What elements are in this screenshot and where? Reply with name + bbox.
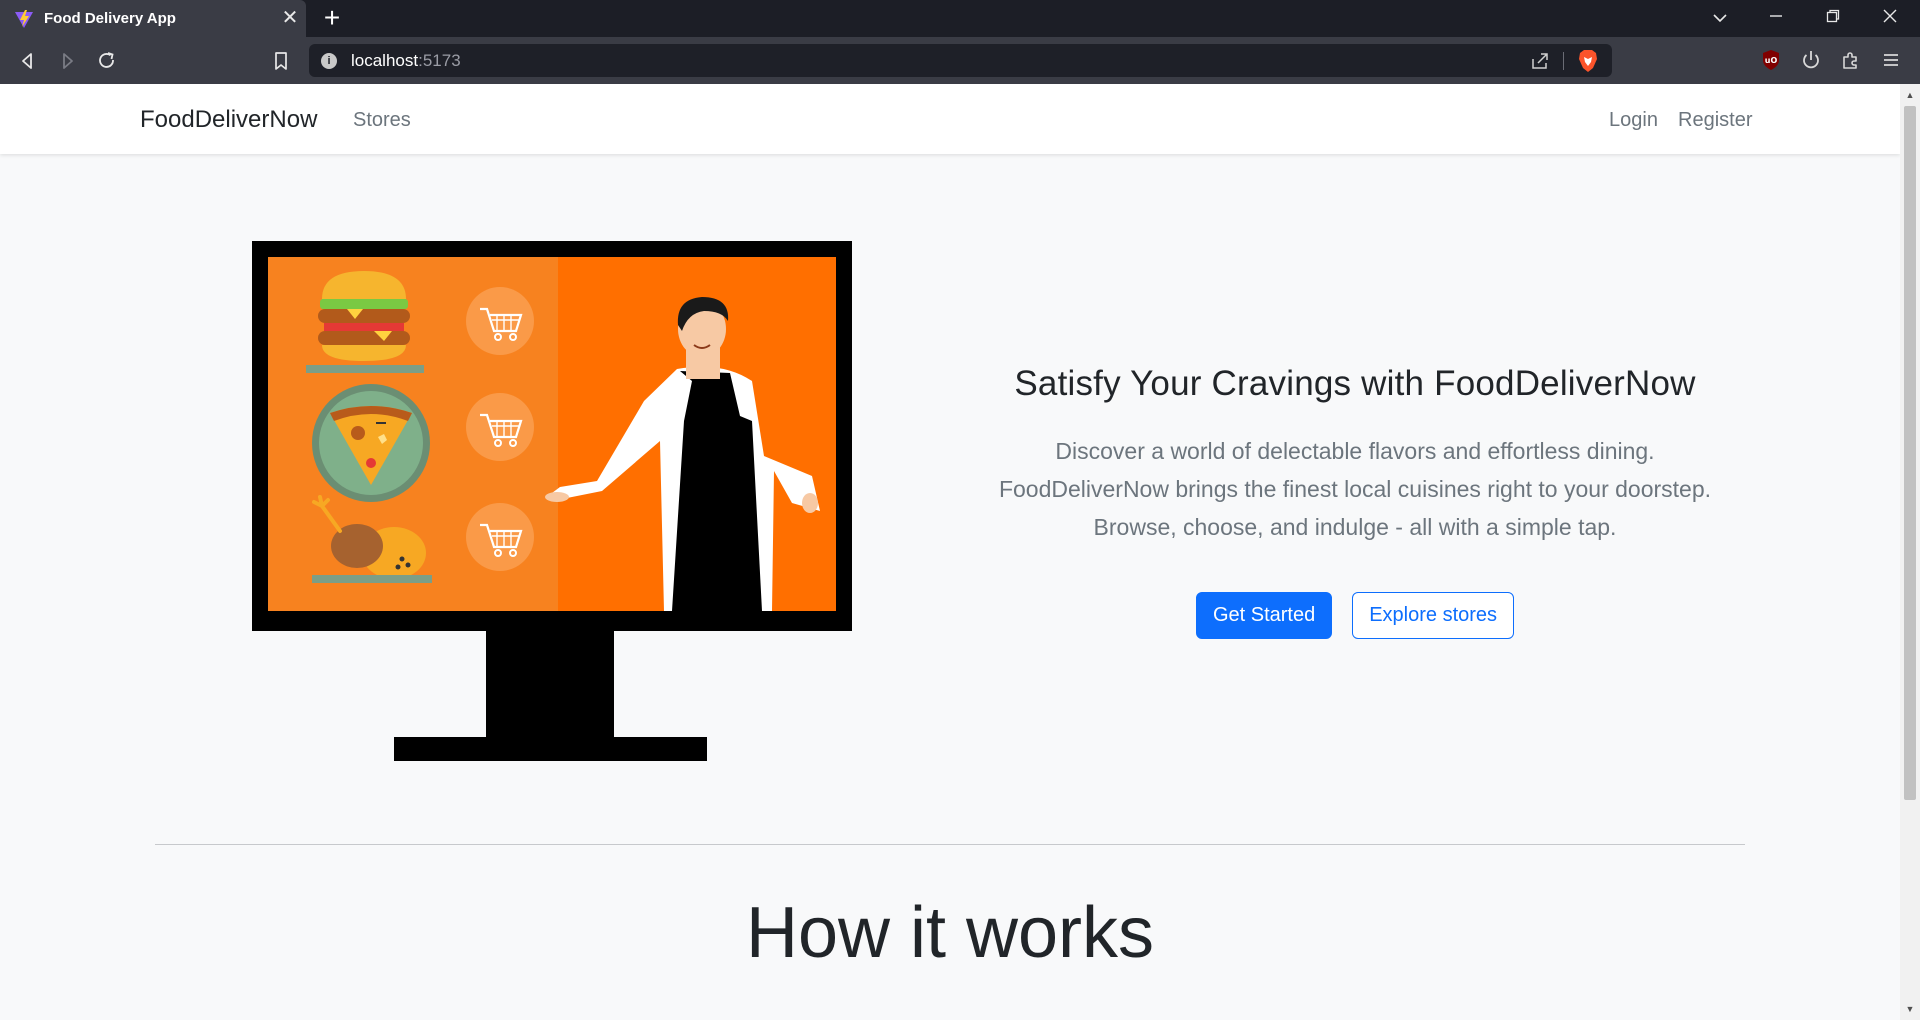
explore-stores-button[interactable]: Explore stores (1352, 592, 1515, 639)
navbar-brand[interactable]: FoodDeliverNow (140, 106, 317, 134)
address-bar-divider (1563, 52, 1564, 70)
hero-lead-line-2: FoodDeliverNow brings the finest local c… (998, 476, 1712, 502)
menu-hamburger-icon[interactable] (1877, 46, 1905, 74)
svg-text:uO: uO (1765, 56, 1778, 65)
back-icon[interactable] (14, 47, 42, 75)
forward-icon[interactable] (53, 47, 81, 75)
scrollbar-thumb[interactable] (1904, 106, 1916, 800)
tab-list-chevron-icon[interactable] (1706, 6, 1734, 32)
scroll-down-arrow-icon[interactable]: ▼ (1905, 1004, 1915, 1014)
close-window-icon[interactable] (1876, 6, 1904, 32)
browser-tab[interactable]: Food Delivery App ✕ (0, 0, 306, 37)
nav-link-login[interactable]: Login (1609, 109, 1658, 132)
bookmark-icon[interactable] (267, 47, 295, 75)
tab-title: Food Delivery App (44, 10, 176, 27)
vite-logo-icon (15, 10, 33, 28)
section-divider (155, 844, 1745, 845)
browser-toolbar: i localhost:5173 uO (0, 37, 1920, 84)
site-info-icon[interactable]: i (321, 53, 337, 69)
ublock-origin-icon[interactable]: uO (1757, 46, 1785, 74)
how-it-works-title: How it works (745, 893, 1155, 973)
hero-button-row: Get Started Explore stores (960, 592, 1750, 639)
cart-button-1 (466, 287, 534, 355)
hero-lead-line-1: Discover a world of delectable flavors a… (1055, 438, 1655, 464)
new-tab-icon[interactable]: + (318, 4, 346, 32)
get-started-button[interactable]: Get Started (1195, 592, 1333, 639)
hero-lead: Discover a world of delectable flavors a… (960, 432, 1750, 546)
page-scrollbar[interactable]: ▲ ▼ (1900, 84, 1920, 1020)
site-navbar: FoodDeliverNow Stores Login Register (0, 84, 1900, 154)
nav-link-stores[interactable]: Stores (353, 109, 411, 132)
restore-icon[interactable] (1819, 6, 1847, 32)
cart-button-3 (466, 503, 534, 571)
url-port: :5173 (418, 51, 461, 70)
pizza-illustration (312, 384, 430, 502)
cart-button-2 (466, 393, 534, 461)
power-icon[interactable] (1797, 46, 1825, 74)
tab-close-icon[interactable]: ✕ (278, 6, 302, 30)
url-host: localhost (351, 51, 419, 70)
hero-lead-line-3: Browse, choose, and indulge - all with a… (1093, 514, 1617, 540)
url-text[interactable]: localhost:5173 (351, 51, 461, 71)
reload-icon[interactable] (93, 47, 121, 75)
hero-text-block: Satisfy Your Cravings with FoodDeliverNo… (960, 364, 1750, 639)
page-viewport: FoodDeliverNow Stores Login Register Sat… (0, 84, 1900, 1020)
browser-tab-bar: Food Delivery App ✕ + (0, 0, 1920, 37)
hero-illustration (252, 241, 852, 761)
extensions-puzzle-icon[interactable] (1837, 46, 1865, 74)
nav-link-register[interactable]: Register (1678, 109, 1752, 132)
scroll-up-arrow-icon[interactable]: ▲ (1905, 90, 1915, 100)
address-bar[interactable]: i localhost:5173 (309, 44, 1612, 77)
brave-shields-icon[interactable] (1577, 49, 1599, 73)
hero-title: Satisfy Your Cravings with FoodDeliverNo… (1014, 364, 1696, 403)
share-icon[interactable] (1529, 50, 1551, 72)
minimize-icon[interactable] (1762, 6, 1790, 32)
